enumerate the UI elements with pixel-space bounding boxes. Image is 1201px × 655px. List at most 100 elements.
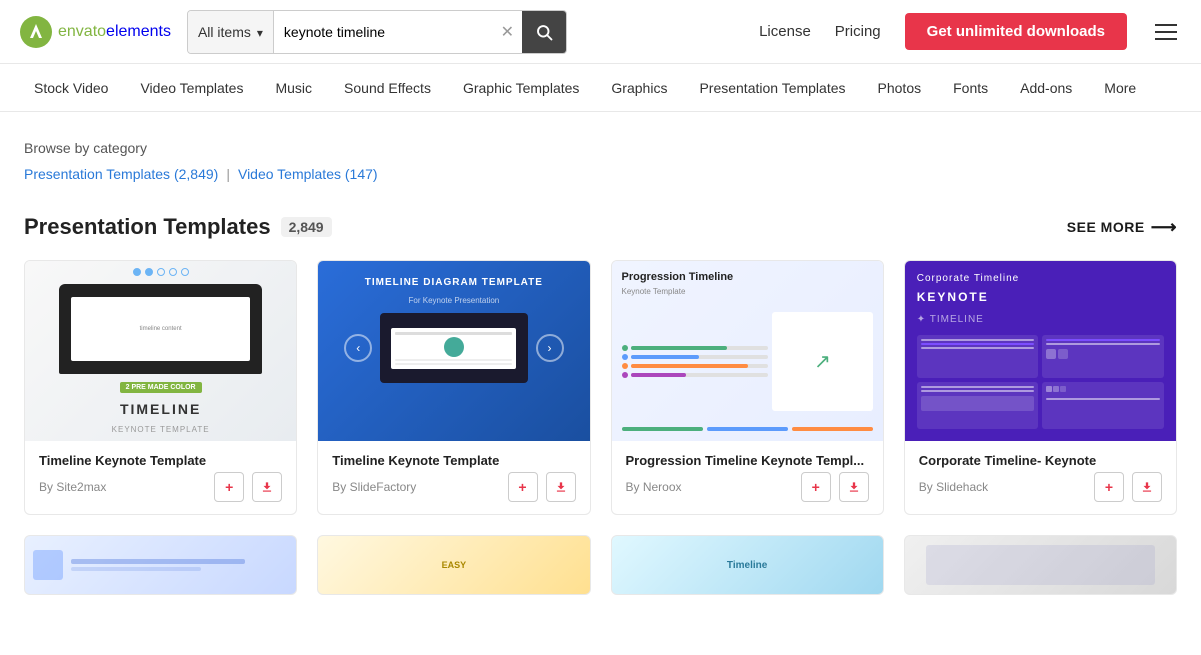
- timeline-item-1: [622, 345, 769, 351]
- card-4-bookmark-button[interactable]: +: [1094, 472, 1124, 502]
- license-link[interactable]: License: [759, 23, 811, 40]
- close-icon[interactable]: ✕: [493, 11, 522, 53]
- category-link-video[interactable]: Video Templates (147): [238, 166, 378, 182]
- card-title-large: Timeline: [120, 401, 201, 417]
- card-4-title: Corporate Timeline- Keynote: [919, 453, 1162, 468]
- see-more-link[interactable]: SEE MORE ⟶: [1067, 217, 1177, 238]
- hamburger-menu[interactable]: [1151, 20, 1181, 44]
- left-nav-btn[interactable]: ‹: [344, 334, 372, 362]
- browse-by-category-label: Browse by category: [24, 140, 1177, 156]
- card-2-actions: +: [508, 472, 576, 502]
- bookmark-icon: +: [1105, 479, 1113, 495]
- cell-line-accent-1: [921, 343, 1035, 345]
- mini-block-1: [1046, 386, 1052, 392]
- card-subtitle: KEYNOTE TEMPLATE: [112, 425, 210, 434]
- category-count-presentation: (2,849): [174, 166, 218, 182]
- partial-line-2: [71, 567, 201, 571]
- section-header: Presentation Templates 2,849 SEE MORE ⟶: [24, 214, 1177, 240]
- nav-item-graphic-templates[interactable]: Graphic Templates: [449, 64, 593, 112]
- dot-3: [622, 363, 628, 369]
- bar-bg-3: [631, 364, 769, 368]
- chart-area: ↗: [772, 312, 873, 410]
- monitor-display: [380, 313, 527, 383]
- card-1-info: Timeline Keynote Template By Site2max +: [25, 441, 296, 514]
- bar-visual: [921, 396, 1035, 411]
- card-3-actions: +: [801, 472, 869, 502]
- card-2-info: Timeline Keynote Template By SlideFactor…: [318, 441, 589, 514]
- nav-item-video-templates[interactable]: Video Templates: [126, 64, 257, 112]
- card-2-bookmark-button[interactable]: +: [508, 472, 538, 502]
- category-separator: |: [226, 166, 230, 182]
- card-4-grid: [917, 335, 1164, 429]
- cell-3: [917, 382, 1039, 430]
- cta-button[interactable]: Get unlimited downloads: [905, 13, 1127, 50]
- nav-item-fonts[interactable]: Fonts: [939, 64, 1002, 112]
- card-1-author: By Site2max +: [39, 472, 282, 502]
- logo[interactable]: envatoelements: [20, 16, 171, 48]
- card-4-download-button[interactable]: [1132, 472, 1162, 502]
- logo-elements: elements: [106, 23, 171, 40]
- main-content: Browse by category Presentation Template…: [0, 112, 1201, 619]
- hamburger-line-2: [1155, 31, 1177, 33]
- card-4-thumb-title: Keynote: [917, 290, 1164, 304]
- card-2-thumb-sub: For Keynote Presentation: [334, 296, 573, 305]
- dot-2: [622, 354, 628, 360]
- card-2-title: Timeline Keynote Template: [332, 453, 575, 468]
- nav-item-add-ons[interactable]: Add-ons: [1006, 64, 1086, 112]
- logo-text: envatoelements: [58, 23, 171, 41]
- nav-item-graphics[interactable]: Graphics: [597, 64, 681, 112]
- pricing-link[interactable]: Pricing: [835, 23, 881, 40]
- timeline-bars: [622, 345, 769, 378]
- card-3-thumb-content: ↗: [622, 300, 873, 423]
- search-input[interactable]: [274, 11, 493, 53]
- nav-item-photos[interactable]: Photos: [864, 64, 936, 112]
- category-links: Presentation Templates (2,849) | Video T…: [24, 166, 1177, 182]
- card-3-thumbnail: Progression Timeline Keynote Template: [612, 261, 883, 441]
- nav-item-presentation-templates[interactable]: Presentation Templates: [685, 64, 859, 112]
- bar-bg-1: [631, 346, 769, 350]
- bar-fill-4: [631, 373, 686, 377]
- card-1-bookmark-button[interactable]: +: [214, 472, 244, 502]
- partial-line-1: [71, 559, 245, 564]
- arrow-row: [622, 427, 873, 431]
- partial-label-3: Timeline: [620, 560, 875, 571]
- category-link-presentation[interactable]: Presentation Templates (2,849): [24, 166, 218, 182]
- circle-1: [133, 268, 141, 276]
- partial-card-2: EASY: [317, 535, 590, 595]
- card-1-title: Timeline Keynote Template: [39, 453, 282, 468]
- cards-grid: timeline content 2 PRE MADE COLOR Timeli…: [24, 260, 1177, 515]
- card-1-download-button[interactable]: [252, 472, 282, 502]
- card-3-bookmark-button[interactable]: +: [801, 472, 831, 502]
- timeline-item-4: [622, 372, 769, 378]
- card-3-thumb-header: Progression Timeline: [622, 271, 873, 283]
- card-4-info: Corporate Timeline- Keynote By Slidehack…: [905, 441, 1176, 514]
- card-2-download-button[interactable]: [546, 472, 576, 502]
- partial-shape-4: [926, 545, 1156, 585]
- category-label-video: Video Templates: [238, 166, 341, 182]
- nav-item-more[interactable]: More: [1090, 64, 1150, 112]
- header: envatoelements All items ✕ License Prici…: [0, 0, 1201, 64]
- chevron-down-icon: [257, 24, 263, 40]
- card-3: Progression Timeline Keynote Template: [611, 260, 884, 515]
- cell-line-accent-2: [1046, 339, 1160, 341]
- all-items-dropdown[interactable]: All items: [188, 11, 274, 53]
- bar-bg-4: [631, 373, 769, 377]
- card-3-download-button[interactable]: [839, 472, 869, 502]
- card-3-author: By Neroox +: [626, 472, 869, 502]
- partial-cards-row: EASY Timeline: [24, 535, 1177, 595]
- nav-item-music[interactable]: Music: [261, 64, 326, 112]
- partial-card-3: Timeline: [611, 535, 884, 595]
- right-nav-btn[interactable]: ›: [536, 334, 564, 362]
- bar-bg-2: [631, 355, 769, 359]
- card-3-thumb-sub: Keynote Template: [622, 287, 873, 296]
- card-2-thumb-title: TIMELINE DIAGRAM TEMPLATE: [334, 277, 573, 288]
- download-icon: [260, 480, 274, 494]
- bookmark-icon: +: [812, 479, 820, 495]
- search-button[interactable]: [522, 11, 566, 53]
- download-icon: [847, 480, 861, 494]
- nav-item-sound-effects[interactable]: Sound Effects: [330, 64, 445, 112]
- nav-item-stock-video[interactable]: Stock Video: [20, 64, 122, 112]
- bar-fill-3: [631, 364, 748, 368]
- partial-card-4: [904, 535, 1177, 595]
- mini-block-2: [1053, 386, 1059, 392]
